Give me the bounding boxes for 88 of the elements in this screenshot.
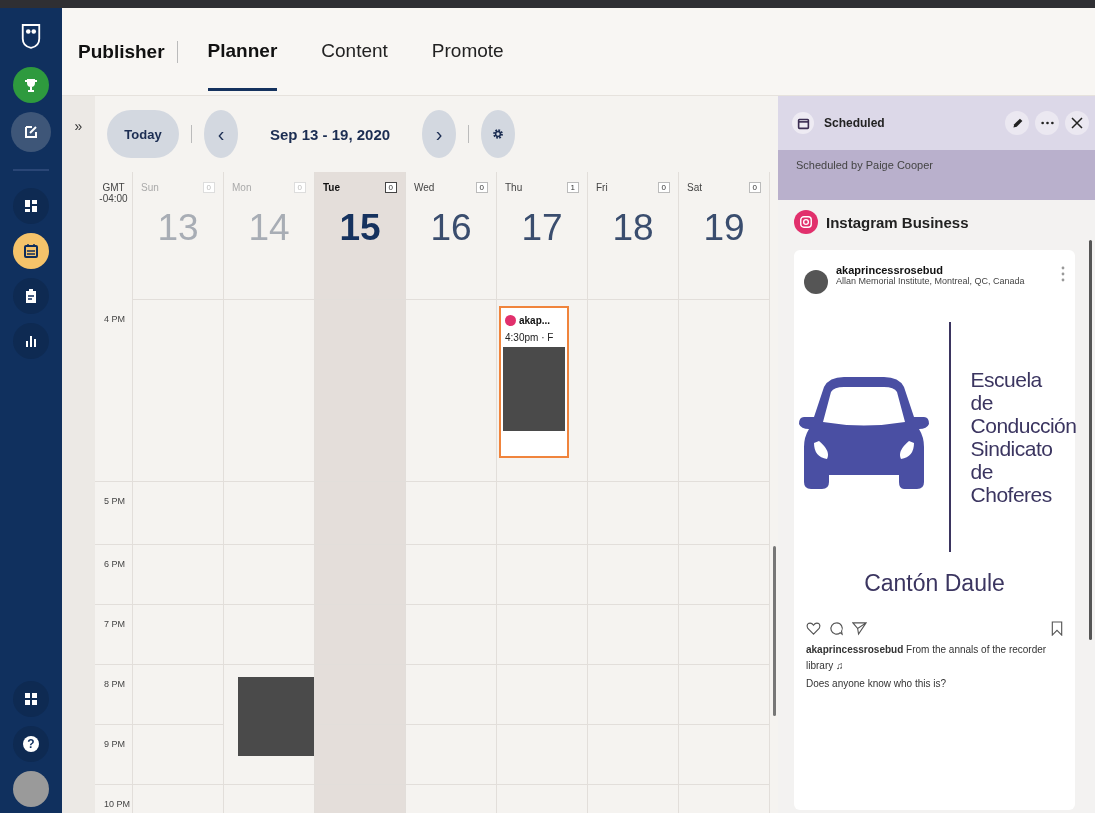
owl-logo-icon[interactable] xyxy=(20,22,42,50)
send-icon[interactable] xyxy=(852,621,867,636)
hour-label: 10 PM xyxy=(104,799,130,809)
compose-button[interactable] xyxy=(11,112,51,152)
post-count-badge: 0 xyxy=(657,182,670,193)
hour-label: 9 PM xyxy=(104,739,125,749)
next-button[interactable]: › xyxy=(422,110,457,158)
timezone-label: GMT xyxy=(102,182,125,193)
day-name: Sun xyxy=(141,182,159,193)
post-caption: Does anyone know who this is? xyxy=(806,677,948,691)
image-text-line: de xyxy=(970,391,994,414)
panel-title: Scheduled xyxy=(824,116,886,130)
post-location: Allan Memorial Institute, Montreal, QC, Canada xyxy=(836,276,1026,286)
image-caption: Cantón Daule xyxy=(864,570,1005,597)
post-caption: akaprincessrosebud From the annals of the recorder library ♫ xyxy=(806,643,1048,673)
calendar-button[interactable] xyxy=(13,233,49,269)
clipboard-button[interactable] xyxy=(13,278,49,314)
scheduled-by-text: Scheduled by Paige Cooper xyxy=(796,159,933,171)
day-number[interactable]: 18 xyxy=(596,207,670,249)
compose-icon xyxy=(23,124,39,140)
image-text-line: Escuela xyxy=(970,368,1043,391)
hour-label: 5 PM xyxy=(104,496,125,506)
post-time: 4:30pm · F xyxy=(504,331,555,345)
tab[interactable]: Content xyxy=(321,12,388,91)
username: akaprincessrosebud xyxy=(836,264,943,276)
help-button[interactable]: ? xyxy=(13,726,49,762)
avatar[interactable] xyxy=(13,771,49,807)
more-icon xyxy=(1040,121,1054,125)
image-text-line: Sindicato xyxy=(970,437,1054,460)
grid-icon xyxy=(23,691,39,707)
image-text-line: Conducción xyxy=(970,414,1077,437)
expand-button[interactable]: » xyxy=(62,96,95,813)
day-name: Mon xyxy=(232,182,252,193)
dashboard-icon xyxy=(23,198,39,214)
comment-icon[interactable] xyxy=(829,621,844,636)
time-slot[interactable] xyxy=(224,665,315,785)
scheduled-post-card[interactable]: akap... 4:30pm · F xyxy=(499,306,569,458)
trophy-button[interactable] xyxy=(13,67,49,103)
network-name: Instagram Business xyxy=(826,213,969,231)
calendar-icon xyxy=(23,243,39,259)
day-name: Sat xyxy=(687,182,702,193)
close-button[interactable] xyxy=(1065,111,1089,135)
edit-button[interactable] xyxy=(1005,111,1029,135)
pencil-icon xyxy=(1010,116,1024,130)
post-count-badge: 0 xyxy=(748,182,761,193)
calendar-icon xyxy=(796,116,810,130)
date-range: Sep 13 - 19, 2020 xyxy=(270,125,391,143)
scrollbar[interactable] xyxy=(1089,240,1092,640)
avatar xyxy=(804,270,828,294)
image-text-line: Choferes xyxy=(970,483,1053,506)
clipboard-icon xyxy=(23,288,39,304)
heart-icon[interactable] xyxy=(806,621,821,636)
day-number[interactable]: 16 xyxy=(414,207,488,249)
post-count-badge: 0 xyxy=(475,182,488,193)
scrollbar[interactable] xyxy=(773,546,776,716)
app-title: Publisher xyxy=(78,40,165,63)
today-button[interactable]: Today xyxy=(107,110,179,158)
post-count-badge: 1 xyxy=(566,182,579,193)
image-text-line: de xyxy=(970,460,994,483)
hour-label: 6 PM xyxy=(104,559,125,569)
apps-button[interactable] xyxy=(13,681,49,717)
time-slot[interactable]: akap... 4:30pm · F xyxy=(497,300,588,482)
hour-label: 8 PM xyxy=(104,679,125,689)
close-icon xyxy=(1071,117,1083,129)
hour-label: 7 PM xyxy=(104,619,125,629)
day-number[interactable]: 19 xyxy=(687,207,761,249)
analytics-button[interactable] xyxy=(13,323,49,359)
more-icon[interactable] xyxy=(1061,266,1065,282)
previous-button[interactable]: ‹ xyxy=(204,110,238,158)
more-button[interactable] xyxy=(1035,111,1059,135)
account-name: akap... xyxy=(519,315,551,326)
dashboard-button[interactable] xyxy=(13,188,49,224)
tab[interactable]: Promote xyxy=(431,12,504,91)
day-number[interactable]: 15 xyxy=(323,207,397,249)
day-name: Thu xyxy=(505,182,523,193)
settings-button[interactable] xyxy=(481,110,516,158)
bar-chart-icon xyxy=(23,333,39,349)
day-number[interactable]: 17 xyxy=(505,207,579,249)
post-count-badge: 0 xyxy=(384,182,397,193)
day-name: Tue xyxy=(323,182,341,193)
day-name: Fri xyxy=(596,182,608,193)
trophy-icon xyxy=(23,77,39,93)
hour-label: 4 PM xyxy=(104,314,125,324)
timezone-label: -04:00 xyxy=(99,193,128,204)
tab[interactable]: Planner xyxy=(207,12,278,91)
settings-icon xyxy=(492,128,505,140)
day-name: Wed xyxy=(414,182,435,193)
bookmark-icon[interactable] xyxy=(1051,621,1063,636)
